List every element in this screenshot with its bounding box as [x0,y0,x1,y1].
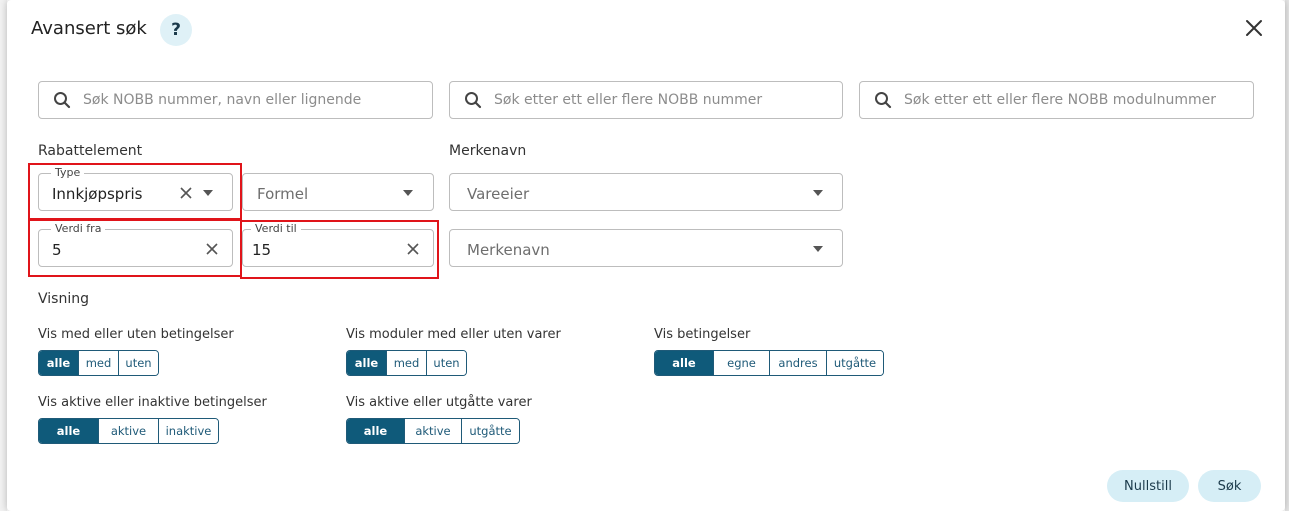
search-nobb-field[interactable] [449,81,843,119]
reset-button[interactable]: Nullstill [1107,470,1189,502]
vareeier-placeholder: Vareeier [467,185,530,203]
toggle-option-alle[interactable]: alle [655,351,713,375]
toggle-option-alle[interactable]: alle [39,419,98,443]
close-icon[interactable] [1243,17,1265,39]
visning-label: Visning [38,291,89,307]
clear-icon[interactable] [179,186,193,200]
search-module-input[interactable] [902,91,1236,109]
advanced-search-dialog: Avansert søk ? Rabattelement Merkenavn T… [7,0,1285,511]
search-nobb-input[interactable] [492,91,806,109]
toggle-option-utgatte[interactable]: utgåtte [826,351,883,375]
toggle-aktive-varer: alle aktive utgåtte [346,418,520,444]
toggle-option-uten[interactable]: uten [118,351,158,375]
search-icon [465,92,482,109]
toggle-option-andres[interactable]: andres [769,351,826,375]
search-icon [54,92,71,109]
group-label-aktive-varer: Vis aktive eller utgåtte varer [346,395,532,410]
toggle-option-inaktive[interactable]: inaktive [158,419,218,443]
merkenavn-select[interactable]: Merkenavn [449,229,843,267]
verdi-fra-value: 5 [52,241,62,259]
verdi-til-field[interactable]: Verdi til 15 [242,223,434,267]
merkenavn-placeholder: Merkenavn [467,241,550,259]
toggle-option-med[interactable]: med [78,351,118,375]
clear-icon[interactable] [406,242,420,256]
group-label-aktive-betingelser: Vis aktive eller inaktive betingelser [38,395,267,410]
toggle-aktive-betingelser: alle aktive inaktive [38,418,219,444]
group-label-moduler: Vis moduler med eller uten varer [346,327,561,342]
toggle-betingelser: alle med uten [38,350,159,376]
verdi-til-legend: Verdi til [251,223,301,235]
toggle-option-alle[interactable]: alle [347,351,386,375]
chevron-down-icon[interactable] [813,246,823,252]
search-button[interactable]: Søk [1198,470,1261,502]
toggle-option-aktive[interactable]: aktive [404,419,461,443]
rabattelement-label: Rabattelement [38,143,143,159]
background-page-strip [0,0,7,511]
chevron-down-icon[interactable] [813,190,823,196]
search-general-input[interactable] [81,91,395,109]
toggle-option-aktive[interactable]: aktive [98,419,158,443]
search-module-field[interactable] [859,81,1254,119]
toggle-option-alle[interactable]: alle [39,351,78,375]
chevron-down-icon[interactable] [403,190,413,196]
toggle-option-utgatte[interactable]: utgåtte [461,419,519,443]
type-legend: Type [51,167,85,179]
group-label-betingelser: Vis med eller uten betingelser [38,327,234,342]
toggle-option-med[interactable]: med [386,351,426,375]
toggle-option-uten[interactable]: uten [426,351,466,375]
dialog-title: Avansert søk [31,18,147,39]
toggle-vis-betingelser: alle egne andres utgåtte [654,350,884,376]
type-select[interactable]: Type Innkjøpspris [38,167,233,211]
background-scrollbar [1285,0,1289,511]
verdi-til-value: 15 [252,241,272,259]
search-general-field[interactable] [38,81,433,119]
verdi-fra-field[interactable]: Verdi fra 5 [38,223,233,267]
toggle-option-alle[interactable]: alle [347,419,404,443]
help-button[interactable]: ? [160,14,192,46]
vareeier-select[interactable]: Vareeier [449,173,843,211]
verdi-fra-legend: Verdi fra [51,223,106,235]
chevron-down-icon[interactable] [203,190,213,196]
group-label-vis-betingelser: Vis betingelser [654,327,751,342]
formel-placeholder: Formel [257,185,309,203]
merkenavn-label: Merkenavn [449,143,527,159]
toggle-moduler: alle med uten [346,350,467,376]
formel-select[interactable]: Formel [242,173,434,211]
clear-icon[interactable] [205,242,219,256]
search-icon [875,92,892,109]
type-value: Innkjøpspris [52,185,143,203]
toggle-option-egne[interactable]: egne [713,351,769,375]
